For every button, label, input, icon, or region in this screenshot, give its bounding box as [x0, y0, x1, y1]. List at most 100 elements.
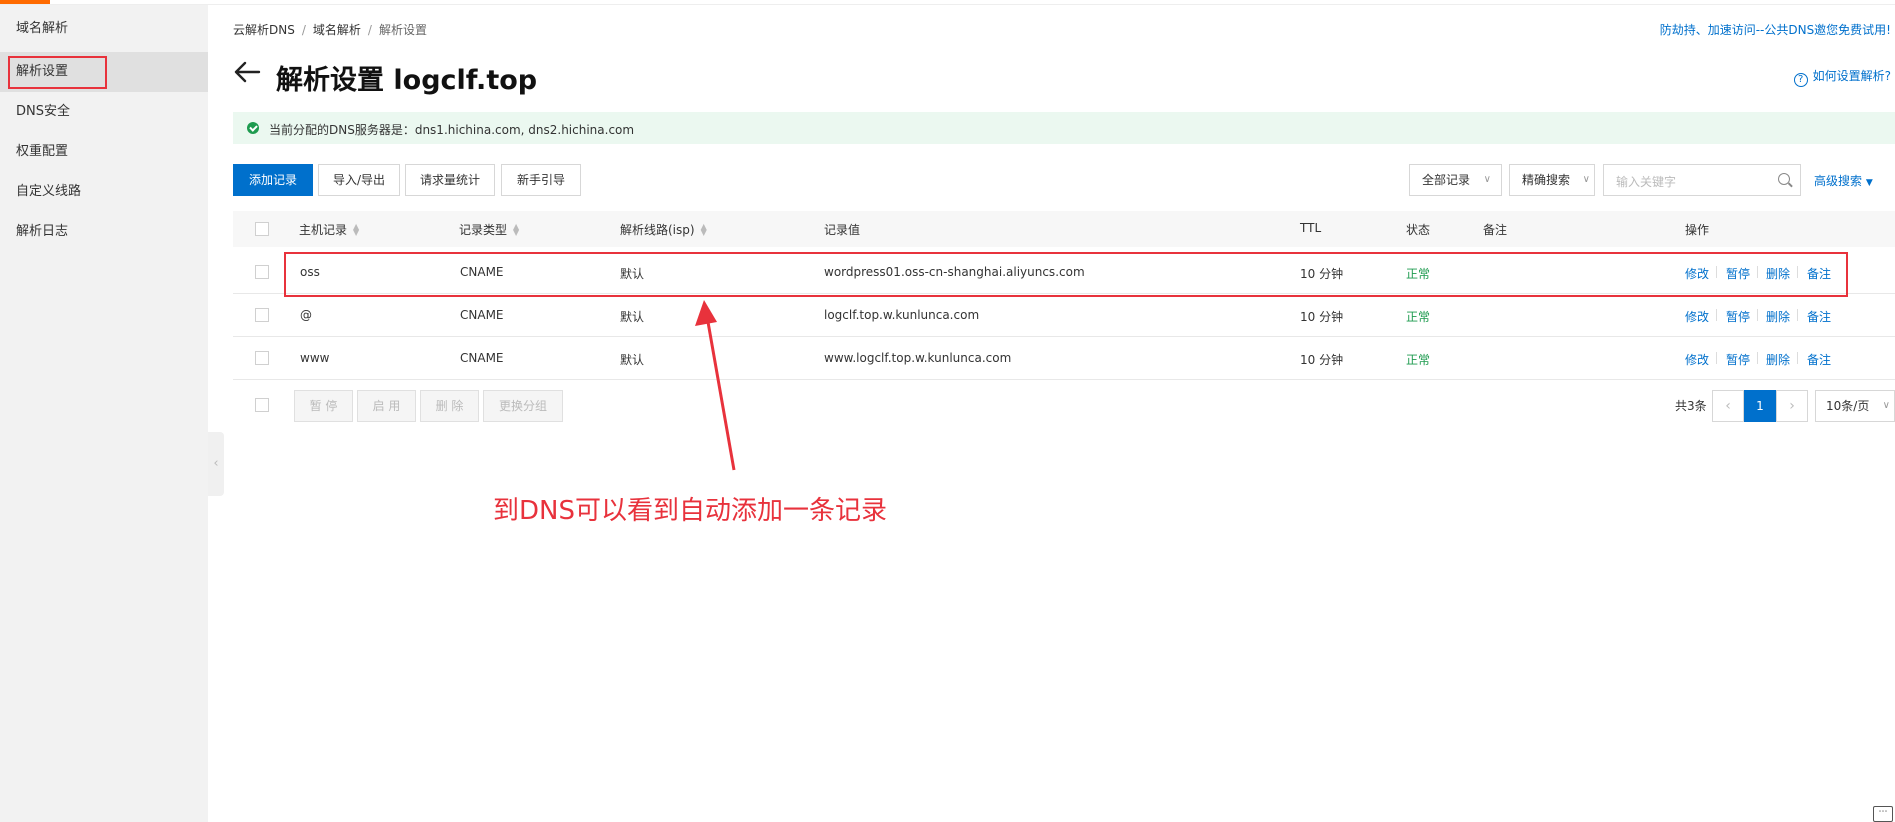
pause-link[interactable]: 暂停: [1726, 351, 1750, 368]
feedback-icon[interactable]: ⋯: [1873, 806, 1893, 822]
edit-link[interactable]: 修改: [1685, 351, 1709, 368]
search-mode-select[interactable]: 精确搜索 ∨: [1509, 164, 1595, 196]
column-host[interactable]: 主机记录 ▲ ▼: [299, 221, 359, 238]
table-header: 主机记录 ▲ ▼ 记录类型 ▲ ▼ 解析线路(isp) ▲ ▼ 记录值 TTL 状态 备注 …: [233, 211, 1895, 247]
remark-link[interactable]: 备注: [1807, 308, 1831, 325]
cell-host: @: [300, 308, 312, 322]
chevron-down-icon: ∨: [1582, 174, 1590, 185]
guide-button[interactable]: 新手引导: [501, 164, 581, 196]
breadcrumb-item-cloud-dns[interactable]: 云解析DNS: [233, 23, 295, 37]
search-placeholder: 输入关键字: [1616, 175, 1677, 189]
sort-icon[interactable]: ▲ ▼: [701, 223, 707, 237]
divider: [1757, 309, 1758, 321]
divider: [1716, 352, 1717, 364]
search-icon[interactable]: [1778, 173, 1790, 185]
record-filter-select[interactable]: 全部记录 ∨: [1409, 164, 1502, 196]
divider: [1716, 309, 1717, 321]
breadcrumb: 云解析DNS / 域名解析 / 解析设置: [233, 23, 427, 37]
cell-value: logclf.top.w.kunlunca.com: [824, 308, 980, 322]
next-page-button[interactable]: ›: [1776, 390, 1808, 422]
advanced-search-link[interactable]: 高级搜索 ▼: [1814, 172, 1873, 189]
total-count: 共3条: [1675, 399, 1707, 413]
row-checkbox[interactable]: [255, 265, 269, 279]
cell-line: 默认: [620, 310, 645, 324]
change-group-button[interactable]: 更换分组: [483, 390, 563, 422]
help-link-label: 如何设置解析?: [1812, 69, 1891, 83]
column-status: 状态: [1406, 223, 1431, 237]
row-checkbox[interactable]: [255, 351, 269, 365]
batch-enable-button[interactable]: 启 用: [357, 390, 416, 422]
breadcrumb-item-current: 解析设置: [378, 23, 427, 37]
page-title: 解析设置 logclf.top: [276, 65, 538, 96]
column-remark: 备注: [1483, 223, 1508, 237]
collapse-sidebar-icon[interactable]: ‹: [208, 432, 224, 496]
column-line[interactable]: 解析线路(isp) ▲ ▼: [620, 221, 707, 238]
sort-icon[interactable]: ▲ ▼: [353, 223, 359, 237]
sidebar: 域名解析 解析设置 DNS安全 权重配置 自定义线路 解析日志: [0, 5, 208, 822]
column-value: 记录值: [824, 223, 861, 237]
sidebar-item-domain[interactable]: 域名解析: [0, 9, 208, 49]
row-checkbox[interactable]: [255, 308, 269, 322]
top-divider: [0, 4, 1895, 5]
delete-link[interactable]: 删除: [1766, 351, 1790, 368]
sidebar-item-logs[interactable]: 解析日志: [0, 212, 208, 252]
page-size-select[interactable]: 10条/页 ∨: [1815, 390, 1895, 422]
chevron-down-icon: ∨: [1882, 400, 1890, 411]
cell-type: CNAME: [460, 308, 504, 322]
question-icon: ?: [1793, 73, 1808, 87]
annotation-text: 到DNS可以看到自动添加一条记录: [493, 496, 887, 526]
alert-message: 当前分配的DNS服务器是：dns1.hichina.com, dns2.hich…: [269, 123, 635, 137]
advanced-search-label: 高级搜索: [1814, 174, 1863, 188]
cell-ttl: 10 分钟: [1300, 353, 1344, 367]
sidebar-highlight-box: [8, 56, 107, 89]
cell-line: 默认: [620, 353, 645, 367]
cell-value: www.logclf.top.w.kunlunca.com: [824, 351, 1012, 365]
table-row: @ CNAME 默认 logclf.top.w.kunlunca.com 10 …: [233, 294, 1895, 337]
edit-link[interactable]: 修改: [1685, 308, 1709, 325]
cell-status: 正常: [1406, 353, 1431, 367]
chevron-left-icon: ‹: [1725, 398, 1731, 414]
search-mode-value: 精确搜索: [1522, 173, 1571, 187]
request-stats-button[interactable]: 请求量统计: [405, 164, 495, 196]
sidebar-item-custom-line[interactable]: 自定义线路: [0, 172, 208, 212]
divider: [1757, 352, 1758, 364]
back-arrow-icon[interactable]: [233, 60, 261, 84]
row-highlight-box: [284, 252, 1848, 297]
import-export-button[interactable]: 导入/导出: [318, 164, 400, 196]
sort-icon[interactable]: ▲ ▼: [513, 223, 519, 237]
chevron-right-icon: ›: [1789, 398, 1795, 414]
column-ops: 操作: [1685, 223, 1710, 237]
batch-delete-button[interactable]: 删 除: [420, 390, 479, 422]
chevron-down-icon: ∨: [1483, 174, 1491, 185]
cell-ttl: 10 分钟: [1300, 310, 1344, 324]
select-all-checkbox[interactable]: [255, 222, 269, 236]
dns-server-alert: 当前分配的DNS服务器是：dns1.hichina.com, dns2.hich…: [233, 112, 1895, 144]
pause-link[interactable]: 暂停: [1726, 308, 1750, 325]
record-filter-value: 全部记录: [1422, 173, 1471, 187]
sidebar-item-dns-security[interactable]: DNS安全: [0, 92, 208, 132]
page-number-button[interactable]: 1: [1744, 390, 1776, 422]
promo-link[interactable]: 防劫持、加速访问--公共DNS邀您免费试用!: [1660, 21, 1891, 38]
cell-status: 正常: [1406, 310, 1431, 324]
check-circle-icon: [247, 122, 259, 134]
footer-select-all-checkbox[interactable]: [255, 398, 269, 412]
sidebar-item-weight[interactable]: 权重配置: [0, 132, 208, 172]
batch-pause-button[interactable]: 暂 停: [294, 390, 353, 422]
search-input[interactable]: 输入关键字: [1603, 164, 1801, 196]
cell-host: www: [300, 351, 330, 365]
add-record-button[interactable]: 添加记录: [233, 164, 313, 196]
table-row: www CNAME 默认 www.logclf.top.w.kunlunca.c…: [233, 337, 1895, 380]
prev-page-button[interactable]: ‹: [1712, 390, 1744, 422]
help-link[interactable]: ? 如何设置解析?: [1793, 67, 1891, 87]
breadcrumb-item-domain[interactable]: 域名解析: [313, 23, 361, 37]
delete-link[interactable]: 删除: [1766, 308, 1790, 325]
page-size-value: 10条/页: [1826, 399, 1870, 413]
annotation-arrow-icon: [695, 300, 736, 471]
divider: [1797, 309, 1798, 321]
caret-down-icon: ▼: [1865, 178, 1873, 188]
divider: [1797, 352, 1798, 364]
column-ttl: TTL: [1300, 221, 1322, 235]
remark-link[interactable]: 备注: [1807, 351, 1831, 368]
cell-type: CNAME: [460, 351, 504, 365]
column-type[interactable]: 记录类型 ▲ ▼: [459, 221, 519, 238]
